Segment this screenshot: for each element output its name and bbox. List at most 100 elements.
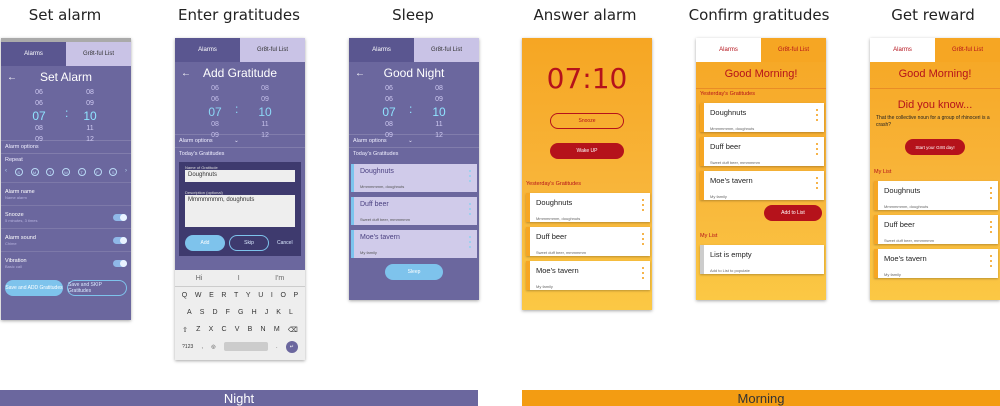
alarm-options[interactable]: Alarm options ⌄ [175, 134, 305, 147]
add-to-list-button[interactable]: Add to List [764, 205, 822, 221]
key[interactable]: A [187, 309, 192, 316]
gratitude-name-input[interactable]: Doughnuts [185, 170, 295, 182]
time-picker[interactable]: 06 06 07 08 09 : 08 09 10 11 12 [349, 83, 479, 139]
more-icon[interactable] [469, 170, 471, 185]
more-icon[interactable] [642, 199, 644, 214]
minute-option[interactable]: 11 [78, 123, 102, 134]
hour-option[interactable]: 09 [27, 134, 51, 145]
key[interactable]: Q [182, 292, 187, 299]
hour-option[interactable]: 08 [377, 119, 401, 130]
time-picker[interactable]: 06 06 07 08 09 : 08 09 10 11 12 [1, 87, 131, 143]
key[interactable]: K [276, 309, 281, 316]
tab-gratitude-list[interactable]: Gr8t-ful List [935, 38, 1000, 62]
hour-option[interactable]: 06 [203, 83, 227, 94]
minute-option[interactable]: 11 [427, 119, 451, 130]
gratitude-description-input[interactable]: Mmmmmmm, doughnuts [185, 195, 295, 227]
day-toggle[interactable]: M [30, 168, 39, 176]
hour-selected[interactable]: 07 [27, 109, 51, 123]
minute-option[interactable]: 09 [427, 94, 451, 105]
day-toggle[interactable]: T [77, 168, 86, 176]
key[interactable]: S [200, 309, 205, 316]
key[interactable]: I [271, 292, 273, 299]
snooze-toggle[interactable] [113, 213, 127, 221]
hour-option[interactable]: 06 [27, 98, 51, 109]
minute-option[interactable]: 08 [78, 87, 102, 98]
hour-option[interactable]: 09 [203, 130, 227, 141]
suggestion[interactable]: I [238, 275, 240, 282]
back-arrow-icon[interactable]: ← [7, 72, 19, 83]
key[interactable]: R [221, 292, 226, 299]
hour-option[interactable]: 06 [27, 87, 51, 98]
hour-selected[interactable]: 07 [377, 105, 401, 119]
key[interactable]: N [261, 326, 266, 333]
back-arrow-icon[interactable]: ← [181, 68, 193, 79]
snooze-button[interactable]: Snooze [550, 113, 624, 129]
tab-alarms[interactable]: Alarms [175, 38, 240, 62]
more-icon[interactable] [642, 267, 644, 282]
space-bar[interactable] [223, 342, 268, 351]
time-picker[interactable]: 06 06 07 08 09 : 08 09 10 11 12 [175, 83, 305, 139]
key[interactable]: W [195, 292, 202, 299]
save-skip-gratitudes-button[interactable]: Save and SKIP Gratitudes [67, 280, 127, 296]
alarm-sound-row[interactable]: Alarm sound Chime [1, 228, 131, 251]
alarm-sound-toggle[interactable] [113, 236, 127, 244]
gratitude-card[interactable]: Moe's tavern My family [700, 171, 824, 200]
day-toggle[interactable]: S [14, 168, 23, 176]
day-toggle[interactable]: T [46, 168, 55, 176]
more-icon[interactable] [990, 221, 992, 236]
suggestion[interactable]: I'm [275, 275, 284, 282]
minute-option[interactable]: 08 [427, 83, 451, 94]
tab-alarms[interactable]: Alarms [870, 38, 935, 62]
day-toggle[interactable]: S [109, 168, 118, 176]
gratitude-card[interactable]: Moe's tavern My family [874, 249, 998, 278]
alarm-name-row[interactable]: Alarm name Name alarm [1, 182, 131, 205]
back-arrow-icon[interactable]: ← [355, 68, 367, 79]
vibration-row[interactable]: Vibration Basic call [1, 251, 131, 274]
minute-option[interactable]: 12 [427, 130, 451, 141]
minute-option[interactable]: 08 [253, 83, 277, 94]
snooze-row[interactable]: Snooze 5 minutes, 3 times [1, 205, 131, 228]
gratitude-card[interactable]: Doughnuts Mmmmmmm, doughnuts [874, 181, 998, 210]
key[interactable]: E [209, 292, 214, 299]
tab-alarms[interactable]: Alarms [349, 38, 414, 62]
backspace-icon[interactable]: ⌫ [288, 326, 298, 334]
shift-icon[interactable]: ⇧ [182, 326, 188, 334]
key[interactable]: Z [196, 326, 200, 333]
key[interactable]: M [274, 326, 280, 333]
sleep-button[interactable]: Sleep [385, 264, 443, 280]
save-add-gratitudes-button[interactable]: Save and ADD Gratitudes [5, 280, 63, 296]
enter-icon[interactable]: ↵ [285, 340, 298, 353]
tab-gratitude-list[interactable]: Gr8t-ful List [761, 38, 826, 62]
chevron-down-icon[interactable]: ⌄ [234, 138, 239, 144]
key[interactable]: V [235, 326, 240, 333]
key[interactable]: Y [246, 292, 251, 299]
gratitude-card[interactable]: Duff beer Sweet duff beer, mmmmmm [874, 215, 998, 244]
vibration-toggle[interactable] [113, 259, 127, 267]
key-numbers[interactable]: ?123 [182, 344, 193, 350]
minute-selected[interactable]: 10 [427, 105, 451, 119]
tab-alarms[interactable]: Alarms [1, 42, 66, 66]
skip-button[interactable]: Skip [229, 235, 269, 251]
day-toggle[interactable]: F [93, 168, 102, 176]
suggestion[interactable]: Hi [196, 275, 203, 282]
minute-selected[interactable]: 10 [253, 105, 277, 119]
chevron-right-icon[interactable]: › [125, 168, 127, 176]
more-icon[interactable] [469, 203, 471, 218]
gratitude-card[interactable]: Doughnuts Mmmmmmm, doughnuts [700, 103, 824, 132]
tab-gratitude-list[interactable]: Gr8t-ful List [240, 38, 305, 62]
gratitude-card[interactable]: Duff beer Sweet duff beer, mmmmmm [700, 137, 824, 166]
minute-option[interactable]: 11 [253, 119, 277, 130]
gratitude-card[interactable]: Duff beer Sweet duff beer, mmmmmm [351, 197, 477, 225]
key[interactable]: T [234, 292, 238, 299]
alarm-options[interactable]: Alarm options ⌄ [349, 134, 479, 147]
alarm-options[interactable]: Alarm options [1, 140, 131, 153]
minute-option[interactable]: 12 [253, 130, 277, 141]
hour-option[interactable]: 06 [377, 94, 401, 105]
hour-selected[interactable]: 07 [203, 105, 227, 119]
key[interactable]: C [222, 326, 227, 333]
tab-gratitude-list[interactable]: Gr8t-ful List [66, 42, 131, 66]
minute-option[interactable]: 09 [78, 98, 102, 109]
key[interactable]: G [238, 309, 243, 316]
key[interactable]: P [294, 292, 299, 299]
gratitude-card[interactable]: Moe's tavern My family [526, 261, 650, 290]
